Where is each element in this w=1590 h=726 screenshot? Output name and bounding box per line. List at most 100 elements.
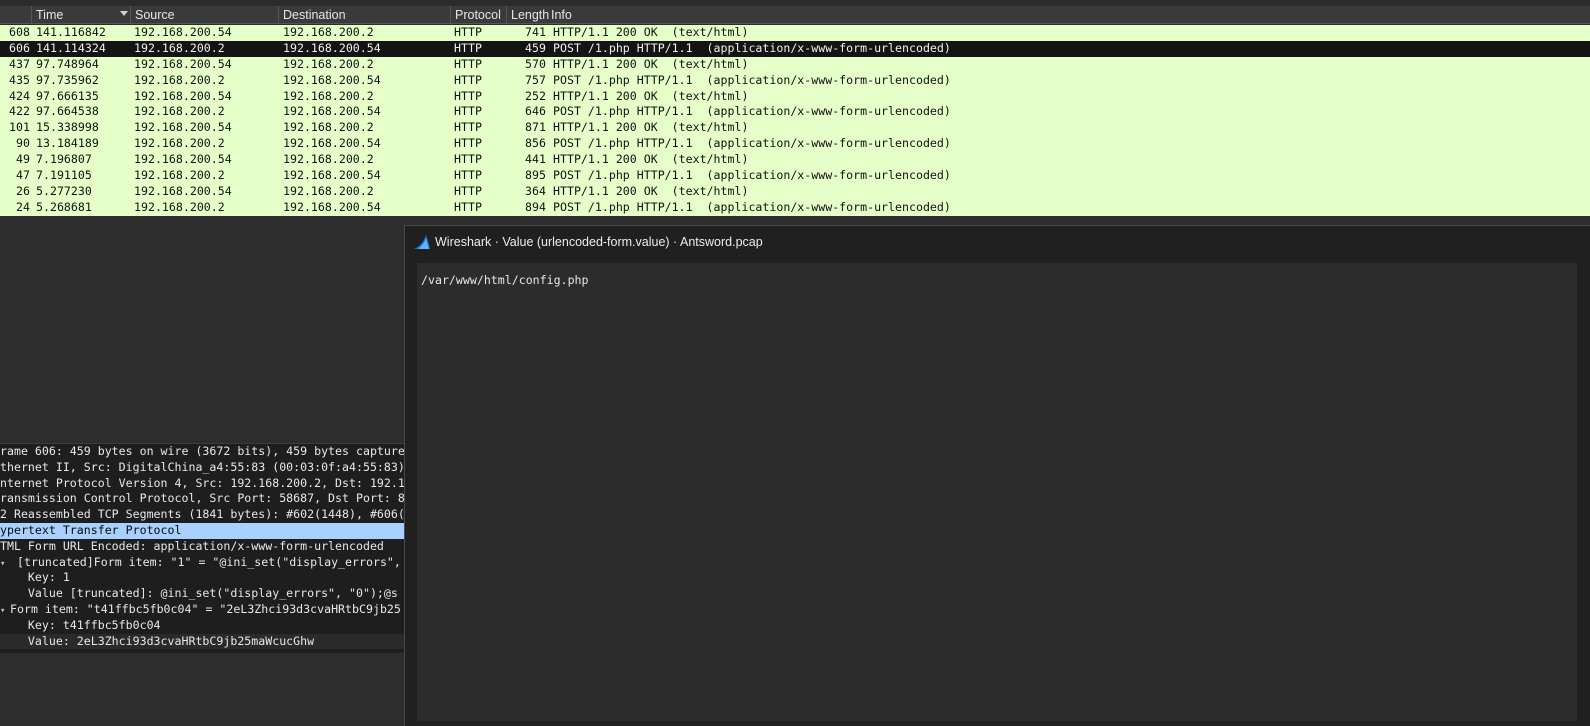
detail-tree-row[interactable]: ypertext Transfer Protocol: [0, 522, 404, 539]
column-header-destination[interactable]: Destination: [279, 6, 451, 24]
packet-cell-src: 192.168.200.2: [134, 168, 225, 183]
value-text-area[interactable]: /var/www/html/config.php: [417, 263, 1577, 721]
detail-tree-row[interactable]: nternet Protocol Version 4, Src: 192.168…: [0, 476, 404, 492]
detail-tree-label: nternet Protocol Version 4, Src: 192.168…: [0, 475, 404, 490]
packet-row[interactable]: 424 97.666135 192.168.200.54 192.168.200.2 H…: [0, 88, 1590, 105]
column-label-time: Time: [36, 8, 64, 22]
column-header-source[interactable]: Source: [131, 6, 279, 24]
detail-tree-label: Form item: "t41ffbc5fb0c04" = "2eL3Zhci9…: [10, 601, 401, 616]
packet-cell-time: 97.735962: [36, 72, 99, 87]
packet-cell-dst: 192.168.200.54: [283, 168, 381, 183]
detail-tree-row[interactable]: Key: 1: [0, 570, 404, 586]
detail-tree-row[interactable]: ransmission Control Protocol, Src Port: …: [0, 491, 404, 507]
packet-cell-dst: 192.168.200.54: [283, 104, 381, 119]
column-header-time[interactable]: Time: [32, 6, 131, 24]
detail-tree-row[interactable]: Value [truncated]: @ini_set("display_err…: [0, 586, 404, 602]
packet-cell-proto: HTTP: [454, 25, 482, 39]
detail-tree-row[interactable]: Key: t41ffbc5fb0c04: [0, 618, 404, 634]
packet-cell-info: HTTP/1.1 200 OK (text/html): [553, 152, 749, 167]
packet-row[interactable]: 437 97.748964 192.168.200.54 192.168.200.2 H…: [0, 56, 1590, 73]
packet-cell-src: 192.168.200.2: [134, 136, 225, 151]
packet-cell-src: 192.168.200.54: [134, 56, 232, 71]
detail-tree-row[interactable]: 2 Reassembled TCP Segments (1841 bytes):…: [0, 507, 404, 523]
packet-cell-len: 459: [525, 40, 546, 55]
packet-cell-proto: HTTP: [454, 88, 482, 103]
detail-tree-row[interactable]: ▾ Form item: "t41ffbc5fb0c04" = "2eL3Zhci…: [0, 602, 404, 618]
packet-rows: 608 141.116842 192.168.200.54 192.168.200.2…: [0, 25, 1590, 216]
packet-row[interactable]: 435 97.735962 192.168.200.2 192.168.200.54 H…: [0, 72, 1590, 89]
packet-cell-proto: HTTP: [454, 104, 482, 119]
expand-chevron-icon[interactable]: ▾: [0, 557, 10, 571]
packet-row[interactable]: 608 141.116842 192.168.200.54 192.168.200.2…: [0, 25, 1590, 41]
packet-cell-len: 364: [525, 183, 546, 198]
packet-cell-src: 192.168.200.2: [134, 40, 225, 55]
packet-cell-no: 26: [16, 183, 30, 198]
packet-cell-dst: 192.168.200.54: [283, 199, 381, 214]
dialog-titlebar[interactable]: Wireshark · Value (urlencoded-form.value…: [405, 226, 1590, 258]
packet-cell-len: 252: [525, 88, 546, 103]
detail-tree-label: [truncated]Form item: "1" = "@ini_set("d…: [10, 554, 401, 569]
packet-cell-dst: 192.168.200.2: [283, 88, 374, 103]
detail-tree-row[interactable]: thernet II, Src: DigitalChina_a4:55:83 (…: [0, 460, 404, 476]
packet-cell-proto: HTTP: [454, 199, 482, 214]
column-header-length[interactable]: Length: [507, 6, 551, 24]
expand-chevron-icon[interactable]: ▾: [0, 604, 10, 618]
packet-details-pane[interactable]: rame 606: 459 bytes on wire (3672 bits),…: [0, 443, 404, 653]
packet-cell-len: 871: [525, 120, 546, 135]
packet-cell-len: 894: [525, 199, 546, 214]
packet-cell-proto: HTTP: [454, 56, 482, 71]
packet-cell-dst: 192.168.200.54: [283, 136, 381, 151]
packet-cell-proto: HTTP: [454, 168, 482, 183]
packet-cell-dst: 192.168.200.54: [283, 72, 381, 87]
packet-row[interactable]: 606 141.114324 192.168.200.2 192.168.200.54…: [0, 40, 1590, 57]
detail-tree-row[interactable]: Value: 2eL3Zhci93d3cvaHRtbC9jb25maWcucGh…: [0, 633, 404, 650]
packet-cell-src: 192.168.200.54: [134, 88, 232, 103]
column-header-no[interactable]: [0, 6, 32, 24]
packet-cell-len: 646: [525, 104, 546, 119]
packet-cell-no: 90: [16, 136, 30, 151]
packet-row[interactable]: 26 5.277230 192.168.200.54 192.168.200.2 HTT…: [0, 183, 1590, 200]
detail-tree-row[interactable]: rame 606: 459 bytes on wire (3672 bits),…: [0, 444, 404, 460]
column-header-info[interactable]: Info: [547, 6, 1590, 24]
detail-tree-row[interactable]: ▾ [truncated]Form item: "1" = "@ini_set(…: [0, 555, 404, 571]
packet-cell-no: 24: [16, 199, 30, 214]
value-dialog: Wireshark · Value (urlencoded-form.value…: [404, 225, 1590, 726]
packet-cell-src: 192.168.200.2: [134, 104, 225, 119]
packet-list[interactable]: Time Source Destination Protocol Length …: [0, 0, 1590, 216]
packet-cell-len: 895: [525, 168, 546, 183]
packet-cell-len: 741: [525, 25, 546, 39]
packet-row[interactable]: 49 7.196807 192.168.200.54 192.168.200.2 HTT…: [0, 152, 1590, 169]
packet-row[interactable]: 422 97.664538 192.168.200.2 192.168.200.54 H…: [0, 104, 1590, 121]
detail-tree-label: 2 Reassembled TCP Segments (1841 bytes):…: [0, 507, 404, 522]
column-header-protocol[interactable]: Protocol: [451, 6, 507, 24]
packet-row[interactable]: 47 7.191105 192.168.200.2 192.168.200.54 HTT…: [0, 168, 1590, 184]
packet-cell-time: 141.114324: [36, 40, 106, 55]
packet-cell-src: 192.168.200.54: [134, 152, 232, 167]
packet-cell-proto: HTTP: [454, 136, 482, 151]
wireshark-fin-icon: [414, 235, 430, 249]
packet-cell-no: 437: [9, 56, 30, 71]
packet-cell-time: 5.277230: [36, 183, 92, 198]
detail-tree-label: Value [truncated]: @ini_set("display_err…: [0, 586, 398, 601]
packet-cell-time: 97.664538: [36, 104, 99, 119]
detail-tree-label: thernet II, Src: DigitalChina_a4:55:83 (…: [0, 459, 404, 474]
detail-tree-label: rame 606: 459 bytes on wire (3672 bits),…: [0, 444, 404, 458]
packet-cell-len: 856: [525, 136, 546, 151]
packet-cell-dst: 192.168.200.2: [283, 120, 374, 135]
packet-cell-len: 757: [525, 72, 546, 87]
packet-cell-dst: 192.168.200.54: [283, 40, 381, 55]
packet-row[interactable]: 24 5.268681 192.168.200.2 192.168.200.54 HTT…: [0, 199, 1590, 216]
packet-cell-no: 49: [16, 152, 30, 167]
packet-cell-info: POST /1.php HTTP/1.1 (application/x-www-…: [553, 136, 951, 151]
packet-cell-time: 15.338998: [36, 120, 99, 135]
packet-cell-no: 606: [9, 40, 30, 55]
packet-cell-time: 97.666135: [36, 88, 99, 103]
detail-tree-row[interactable]: TML Form URL Encoded: application/x-www-…: [0, 539, 404, 555]
packet-cell-proto: HTTP: [454, 40, 482, 55]
packet-row[interactable]: 101 15.338998 192.168.200.54 192.168.200.2 H…: [0, 120, 1590, 137]
packet-cell-info: HTTP/1.1 200 OK (text/html): [553, 56, 749, 71]
packet-cell-no: 422: [9, 104, 30, 119]
detail-tree-label: ypertext Transfer Protocol: [0, 522, 182, 537]
sort-descending-icon: [120, 11, 128, 16]
packet-row[interactable]: 90 13.184189 192.168.200.2 192.168.200.54 HT…: [0, 136, 1590, 153]
